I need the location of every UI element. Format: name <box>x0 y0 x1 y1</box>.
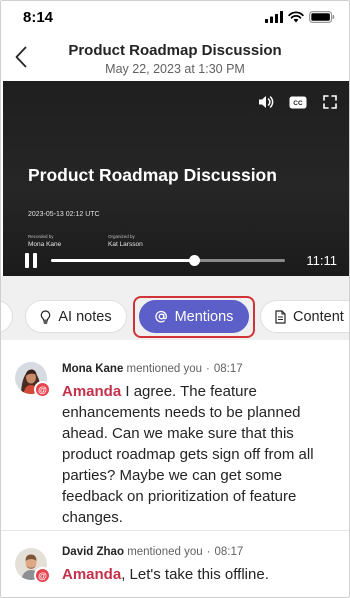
document-icon <box>275 309 286 324</box>
video-controls-top: CC <box>255 93 341 111</box>
mention-message: , Let's take this offline. <box>121 566 269 583</box>
app-frame: 8:14 Product Roadmap Discussion May 22, … <box>0 0 350 598</box>
recorded-by-label: Recorded by <box>28 234 54 239</box>
avatar-wrap: @ <box>15 548 51 586</box>
video-player[interactable]: CC Product Roadmap Discussion 2023-05-13… <box>3 81 349 276</box>
header: Product Roadmap Discussion May 22, 2023 … <box>1 35 349 81</box>
organized-by-value: Kat Larsson <box>108 241 143 248</box>
mention-text: Amanda I agree. The feature enhancements… <box>62 381 340 528</box>
progress-thumb[interactable] <box>188 255 200 266</box>
separator-dot: · <box>206 546 211 558</box>
wifi-icon <box>288 10 304 28</box>
fullscreen-button[interactable] <box>319 93 341 111</box>
mention-action: mentioned you <box>126 363 202 375</box>
mention-message: I agree. The feature enhancements needs … <box>62 383 314 526</box>
video-title: Product Roadmap Discussion <box>28 165 277 185</box>
mention-item[interactable]: @ David Zhao mentioned you · 08:17 Amanda,… <box>1 531 349 597</box>
tab-content[interactable]: Content <box>260 300 349 333</box>
at-icon <box>154 310 167 323</box>
page-subtitle: May 22, 2023 at 1:30 PM <box>105 62 245 76</box>
avatar-wrap: @ <box>15 362 51 400</box>
signal-icon <box>265 10 283 28</box>
tab-bar: AI notes Mentions Content <box>1 276 349 340</box>
recorded-by-value: Mona Kane <box>28 241 62 248</box>
page-title: Product Roadmap Discussion <box>68 42 282 59</box>
svg-text:CC: CC <box>293 100 303 107</box>
mention-text: Amanda, Let's take this offline. <box>62 564 340 585</box>
mention-item[interactable]: @ Mona Kane mentioned you · 08:17 Amanda I… <box>1 340 349 530</box>
tab-mentions[interactable]: Mentions <box>139 300 249 333</box>
mention-header: David Zhao mentioned you · 08:17 <box>62 546 243 558</box>
pause-icon-bar <box>33 252 37 268</box>
tab-ai-notes-label: AI notes <box>58 308 112 325</box>
mention-tag[interactable]: Amanda <box>62 566 121 583</box>
mention-author: David Zhao <box>62 546 124 558</box>
mention-action: mentioned you <box>127 546 203 558</box>
pause-button[interactable] <box>25 251 43 269</box>
tab-previous-partial[interactable] <box>1 300 13 333</box>
mention-header: Mona Kane mentioned you · 08:17 <box>62 363 243 375</box>
captions-button[interactable]: CC <box>287 93 309 111</box>
battery-icon <box>309 10 335 28</box>
organized-by-label: Organized by <box>108 234 135 239</box>
volume-icon <box>259 96 274 108</box>
captions-icon: CC <box>289 96 307 108</box>
mention-author: Mona Kane <box>62 363 124 375</box>
lightbulb-icon <box>41 309 51 324</box>
tab-mentions-label: Mentions <box>174 308 234 325</box>
volume-button[interactable] <box>255 93 277 111</box>
video-duration: 11:11 <box>306 253 337 268</box>
status-bar: 8:14 <box>1 1 349 35</box>
mention-tag[interactable]: Amanda <box>62 383 121 400</box>
separator-dot: · <box>206 363 210 375</box>
tab-ai-notes[interactable]: AI notes <box>25 300 127 333</box>
status-icons <box>265 10 335 28</box>
mention-badge-icon: @ <box>34 381 51 398</box>
mention-badge-icon: @ <box>34 567 51 584</box>
progress-fill <box>51 259 194 262</box>
fullscreen-icon <box>323 95 337 109</box>
mention-time: 08:17 <box>214 546 244 558</box>
video-date: 2023-05-13 02:12 UTC <box>28 211 100 218</box>
status-time: 8:14 <box>23 9 54 26</box>
pause-icon-bar <box>25 252 29 268</box>
tab-content-label: Content <box>293 308 344 325</box>
mention-time: 08:17 <box>213 363 243 375</box>
progress-bar[interactable] <box>51 255 285 266</box>
